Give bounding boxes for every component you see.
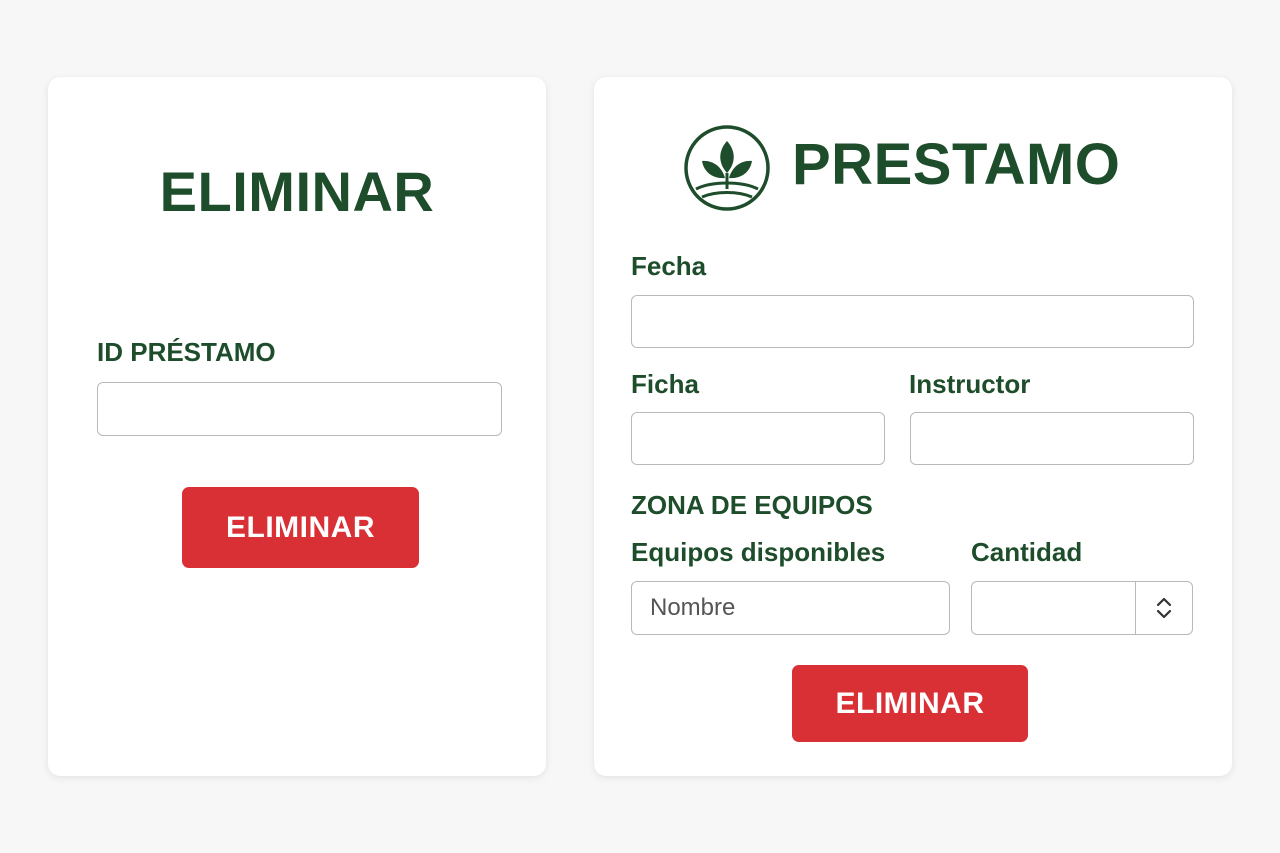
loan-id-input[interactable] <box>97 382 502 436</box>
date-label: Fecha <box>631 251 707 281</box>
instructor-label: Instructor <box>909 369 1031 399</box>
instructor-input[interactable] <box>910 412 1194 465</box>
equipment-zone-heading: ZONA DE EQUIPOS <box>631 490 873 520</box>
ficha-input[interactable] <box>631 412 885 465</box>
delete-card-title: ELIMINAR <box>159 160 435 223</box>
sprout-logo-icon <box>684 125 770 211</box>
loan-card-title: PRESTAMO <box>792 132 1121 197</box>
available-equipment-label: Equipos disponibles <box>631 537 886 567</box>
delete-button[interactable]: ELIMINAR <box>182 487 419 568</box>
quantity-label: Cantidad <box>971 537 1083 567</box>
quantity-stepper[interactable] <box>971 581 1193 635</box>
loan-id-label: ID PRÉSTAMO <box>97 337 276 367</box>
delete-loan-card: ELIMINAR ID PRÉSTAMO ELIMINAR <box>48 77 546 776</box>
loan-card: PRESTAMO Fecha Ficha Instructor ZONA DE … <box>594 77 1232 776</box>
date-input[interactable] <box>631 295 1194 348</box>
chevron-up-down-icon[interactable] <box>1155 595 1173 621</box>
equipment-name-input[interactable] <box>631 581 950 635</box>
stepper-arrows[interactable] <box>1136 582 1192 634</box>
delete-loan-button[interactable]: ELIMINAR <box>792 665 1028 742</box>
ficha-label: Ficha <box>631 369 699 399</box>
quantity-input[interactable] <box>972 582 1132 634</box>
